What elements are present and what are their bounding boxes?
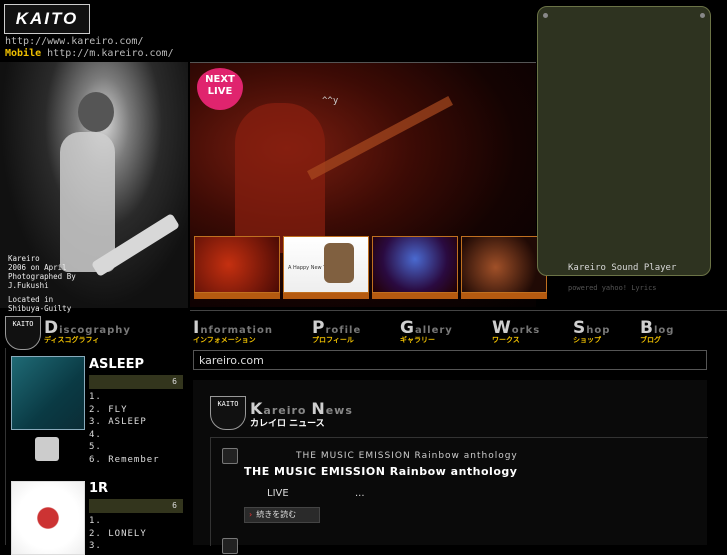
track-item[interactable]: 1. <box>89 515 147 528</box>
track-count-bar: 6 <box>89 375 183 389</box>
nav-profile[interactable]: Profile プロフィール <box>312 318 361 345</box>
next-live-line1: NEXT <box>205 74 235 85</box>
read-more-button[interactable]: › 続きを読む <box>244 507 320 523</box>
news-body-ellipsis: ... <box>355 488 365 499</box>
photo-caption: Kareiro 2006 on April Photographed By J.… <box>8 254 76 313</box>
read-more-label: 続きを読む <box>256 510 297 519</box>
mobile-url-line[interactable]: Mobile http://m.kareiro.com/ <box>5 48 174 59</box>
caption-line: Located in <box>8 295 54 304</box>
thumbnail-bar <box>372 293 458 299</box>
thumbnail-live-1[interactable] <box>194 236 280 293</box>
track-item[interactable]: 2. LONELY <box>89 528 147 541</box>
thumbnail-bar <box>194 293 280 299</box>
nav-discography[interactable]: Discography ディスコグラフィ <box>44 318 131 345</box>
caption-line: Photographed By <box>8 272 76 281</box>
player-subtitle: powered yahoo! Lyrics <box>568 284 657 292</box>
nav-blog[interactable]: Blog ブログ <box>640 318 674 345</box>
track-list: 1. 2. FLY 3. ASLEEP 4. 5. 6. Remember <box>89 391 160 466</box>
track-list: 1. 2. LONELY 3. <box>89 515 147 553</box>
thumbnail-new-year[interactable]: A Happy New Year ! <box>283 236 369 293</box>
nav-divider <box>190 310 727 311</box>
hero-shape-guitar <box>307 96 453 180</box>
caption-line: J.Fukushi <box>8 281 49 290</box>
news-bullet-icon <box>222 538 238 554</box>
thumbnail-live-2[interactable] <box>372 236 458 293</box>
mobile-label: Mobile <box>5 48 42 59</box>
album-title[interactable]: ASLEEP <box>89 357 144 372</box>
nav-information[interactable]: Information インフォメーション <box>193 318 273 345</box>
news-title[interactable]: THE MUSIC EMISSION Rainbow anthology <box>244 465 517 478</box>
player-title: Kareiro Sound Player <box>568 263 677 273</box>
thumbnail-portrait <box>324 243 354 283</box>
hero-text: ^^y <box>322 96 339 106</box>
thumbnail-bar <box>461 293 547 299</box>
news-bullet-icon <box>222 448 238 464</box>
mobile-url[interactable]: http://m.kareiro.com/ <box>47 48 173 59</box>
photo-shape-body <box>60 132 115 272</box>
track-item[interactable]: 2. FLY <box>89 404 160 417</box>
arrow-right-icon: › <box>249 510 253 519</box>
news-body: LIVE <box>267 488 289 499</box>
track-item[interactable]: 6. Remember <box>89 454 160 467</box>
caption-line: 2006 on April <box>8 263 67 272</box>
play-button[interactable] <box>35 437 59 461</box>
sound-player[interactable] <box>537 6 711 276</box>
photo-shape-head <box>78 92 114 132</box>
news-date-line: THE MUSIC EMISSION Rainbow anthology <box>296 451 518 461</box>
album-cover-1r[interactable] <box>11 481 85 555</box>
track-item[interactable]: 3. <box>89 540 147 553</box>
thumbnail-keyboard[interactable] <box>461 236 547 293</box>
next-live-line2: LIVE <box>207 86 233 97</box>
kaito-badge-icon: KAITO <box>210 396 246 430</box>
next-live-heart-icon[interactable]: NEXT LIVE <box>197 68 243 110</box>
caption-line: Kareiro <box>8 254 40 263</box>
search-input[interactable]: kareiro.com <box>193 350 707 370</box>
kaito-badge-icon: KAITO <box>5 316 41 350</box>
site-url[interactable]: http://www.kareiro.com/ <box>5 36 143 47</box>
nav-works[interactable]: Works ワークス <box>492 318 540 345</box>
caption-line: Shibuya-Guilty <box>8 304 72 313</box>
track-item[interactable]: 5. <box>89 441 160 454</box>
nav-gallery[interactable]: Gallery ギャラリー <box>400 318 453 345</box>
screw-icon <box>700 13 705 18</box>
album-title[interactable]: 1R <box>89 481 108 496</box>
nav-profile-jp: プロフィール <box>312 336 354 344</box>
thumbnail-bar <box>283 293 369 299</box>
site-logo[interactable]: KAITO <box>4 4 90 34</box>
nav-shop[interactable]: Shop ショップ <box>573 318 610 345</box>
track-item[interactable]: 1. <box>89 391 160 404</box>
screw-icon <box>543 13 548 18</box>
album-cover-asleep[interactable] <box>11 356 85 430</box>
track-item[interactable]: 4. <box>89 429 160 442</box>
track-item[interactable]: 3. ASLEEP <box>89 416 160 429</box>
news-heading: Kareiro News カレイロ ニュース <box>250 399 353 429</box>
track-count-bar: 6 <box>89 499 183 513</box>
